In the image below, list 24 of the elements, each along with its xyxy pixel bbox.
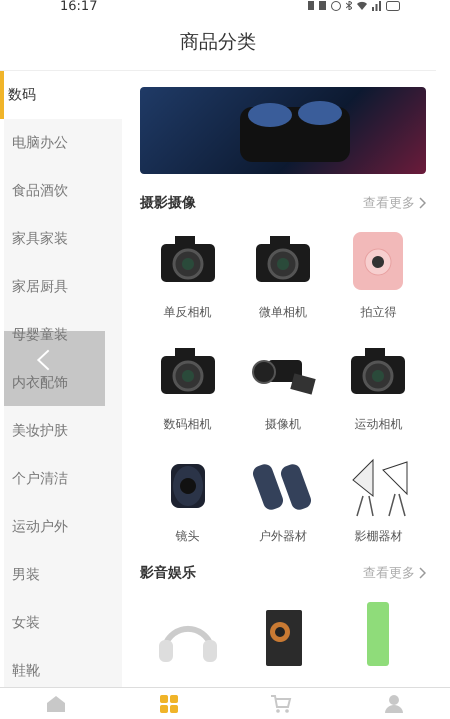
section-title: 摄影摄像 [140,194,196,212]
status-time: 16:17 [60,0,98,14]
product-name[interactable]: 户外器材 [258,528,307,544]
alarm-icon [331,1,341,11]
view-more-link[interactable]: 查看更多 [363,564,426,582]
sidebar-item[interactable]: 数码 [0,71,122,119]
product-name[interactable]: 单反相机 [164,304,212,320]
view-more-link[interactable]: 查看更多 [363,194,426,212]
product-name[interactable]: 镜头 [176,528,200,544]
chevron-right-icon [419,567,426,579]
product-name[interactable]: 摄像机 [264,416,301,432]
signal-icon [372,1,381,11]
product-name[interactable]: 影棚器材 [354,528,402,544]
section-title: 影音娱乐 [140,564,196,582]
page-title: 商品分类 [180,30,256,55]
wifi-icon [357,1,367,10]
chevron-left-icon [36,349,51,371]
chevron-right-icon [419,197,426,209]
product-name[interactable]: 运动相机 [354,416,402,432]
bluetooth-icon [346,1,352,10]
battery-icon [386,1,400,11]
product-name[interactable]: 数码相机 [164,416,212,432]
product-name[interactable]: 微单相机 [258,304,307,320]
product-name[interactable]: 拍立得 [360,304,396,320]
